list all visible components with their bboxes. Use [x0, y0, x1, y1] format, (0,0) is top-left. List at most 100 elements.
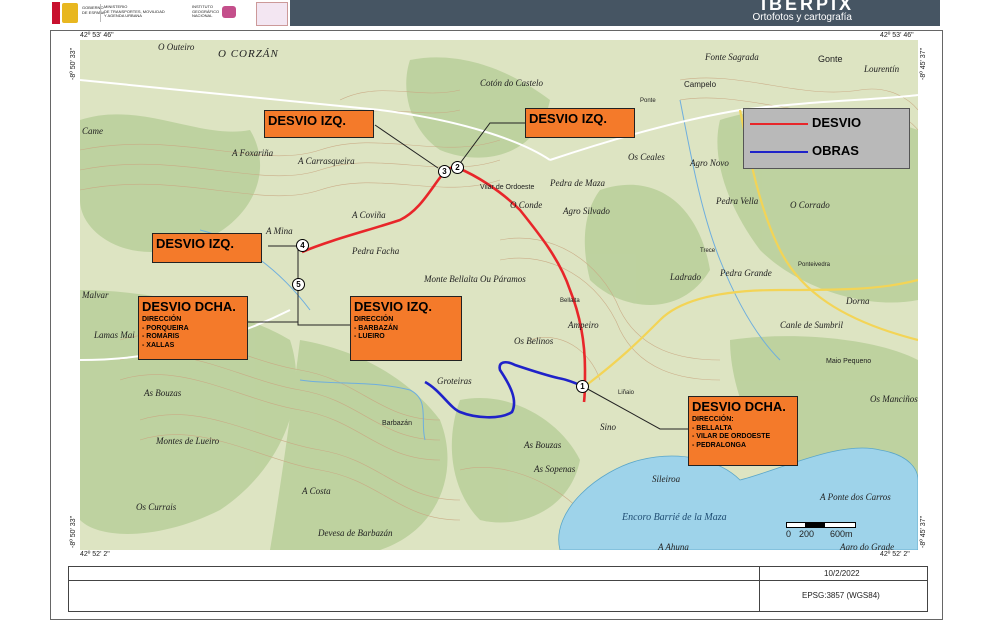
marker-1[interactable]: 1 [576, 380, 589, 393]
place-label: Trece [700, 248, 716, 254]
place-label: Lamas Mai [94, 330, 135, 340]
place-label: Devesa de Barbazán [318, 528, 393, 538]
place-label: As Bouzas [144, 388, 182, 398]
iberpix-banner: IBERPIX Ortofotos y cartografía [290, 0, 940, 26]
place-label: As Bouzas [524, 440, 562, 450]
gov-line-2: DE ESPAÑA [82, 9, 105, 15]
coord-top-right: 42º 53' 46" [880, 32, 914, 39]
ign-logo [222, 6, 236, 18]
callout-desvio-izq-1: DESVIO IZQ. [264, 110, 374, 138]
place-label: A Foxariña [232, 148, 274, 158]
callout-direction: DIRECCIÓN [142, 316, 182, 323]
scale-tick: 200 [799, 529, 815, 539]
place-label: Ponteivedra [798, 262, 831, 268]
marker-4[interactable]: 4 [296, 239, 309, 252]
callout-direction-item: - BELLALTA [692, 424, 733, 432]
callout-direction-item: - BARBAZÁN [354, 324, 398, 332]
place-label: Maio Pequeno [826, 358, 872, 365]
place-label: Encoro Barrié de la Maza [622, 512, 727, 523]
place-label: Gonte [818, 54, 843, 64]
place-label: Pedra Grande [720, 268, 772, 278]
table-divider [69, 580, 927, 581]
place-label: Agro do Grade [840, 542, 895, 550]
coord-left-top: -8º 50' 33" [70, 47, 77, 80]
place-label: Ampeiro [568, 320, 599, 330]
scale-bar-segment [805, 522, 825, 528]
place-label: Montes de Lueiro [156, 436, 220, 446]
place-label: Pedra de Maza [550, 178, 605, 188]
place-label: O Corrado [790, 200, 830, 210]
legend-swatch [750, 123, 808, 125]
legend-item-obras: OBRAS [744, 141, 909, 163]
place-label: O Conde [510, 200, 543, 210]
callout-direction-item: - PORQUEIRA [142, 324, 189, 332]
table-date: 10/2/2022 [824, 569, 860, 578]
place-label: Cotón do Castelo [480, 78, 544, 88]
coord-top-left: 42º 53' 46" [80, 32, 114, 39]
place-label: Os Currais [136, 502, 177, 512]
place-label: Vilar de Ordoeste [480, 184, 535, 191]
callout-direction-item: - PEDRALONGA [692, 441, 747, 449]
place-label: A Ponte dos Carros [820, 492, 891, 502]
callout-direction-item: - ROMARIS [142, 333, 180, 340]
place-label: A Mina [266, 226, 293, 236]
place-label: A Costa [302, 486, 331, 496]
legend-swatch [750, 151, 808, 153]
callout-title: DESVIO DCHA. [692, 399, 786, 414]
place-label: A Carrasqueira [298, 156, 355, 166]
divider [100, 4, 101, 22]
place-label: As Sopenas [534, 464, 576, 474]
marker-5[interactable]: 5 [292, 278, 305, 291]
place-label: Canle de Sumbril [780, 320, 843, 330]
place-label: Bellalta [560, 298, 580, 304]
marker-3[interactable]: 3 [438, 165, 451, 178]
place-label: Liñaio [618, 390, 635, 396]
place-label: Malvar [82, 290, 109, 300]
ign-label: INSTITUTO GEOGRÁFICO NACIONAL [192, 4, 219, 19]
place-label: O CORZÁN [218, 48, 279, 60]
callout-desvio-izq-2: DESVIO IZQ. [525, 108, 635, 138]
callout-direction-item: - XALLAS [142, 341, 175, 349]
place-label: Os Belinos [514, 336, 554, 346]
place-label: Pedra Vella [716, 196, 759, 206]
table-epsg: EPSG:3857 (WGS84) [802, 591, 880, 600]
coord-left-bottom: -8º 50' 33" [70, 515, 77, 548]
ministry-label: MINISTERIO DE TRANSPORTES, MOVILIDAD Y A… [104, 4, 165, 19]
map-legend: DESVIO OBRAS [743, 108, 910, 169]
place-label: Groteiras [437, 376, 472, 386]
legend-item-desvio: DESVIO [744, 113, 909, 135]
place-label: Os Ceales [628, 152, 665, 162]
iberpix-subtitle: Ortofotos y cartografía [752, 12, 853, 23]
place-label: Monte Bellalta Ou Páramos [424, 274, 526, 284]
place-label: Os Manciños [870, 394, 918, 404]
place-label: Dorna [846, 296, 870, 306]
scale-bar-segment [786, 522, 806, 528]
place-label: Pedra Facha [352, 246, 400, 256]
callout-title: DESVIO IZQ. [529, 111, 608, 126]
info-table: 10/2/2022 EPSG:3857 (WGS84) [68, 566, 928, 612]
place-label: Sileiroa [652, 474, 681, 484]
callout-title: DESVIO IZQ. [268, 113, 347, 128]
marker-2[interactable]: 2 [451, 161, 464, 174]
gov-label: GOBIERNO DE ESPAÑA [82, 5, 105, 15]
callout-direction: DIRECCIÓN [354, 316, 394, 323]
place-label: Ponte [640, 98, 656, 104]
spain-coat-of-arms-emblem [62, 3, 78, 23]
place-label: Came [82, 126, 103, 136]
place-label: A Ahuna [658, 542, 689, 550]
coord-bottom-left: 42º 52' 2" [80, 551, 110, 558]
callout-desvio-izq-3: DESVIO IZQ. [152, 233, 262, 263]
callout-desvio-dcha-4: DESVIO DCHA. DIRECCIÓN - PORQUEIRA - ROM… [138, 296, 248, 360]
callout-desvio-izq-5: DESVIO IZQ. DIRECCIÓN - BARBAZÁN - LUEIR… [350, 296, 462, 361]
callout-title: DESVIO IZQ. [354, 299, 433, 314]
place-label: O Outeiro [158, 42, 195, 52]
place-label: Agro Novo [690, 158, 729, 168]
scale-tick: 600m [830, 529, 853, 539]
place-label: Agro Silvado [563, 206, 610, 216]
place-label: Sino [600, 422, 617, 432]
callout-direction: DIRECCIÓN: [692, 416, 734, 423]
header-bar: GOBIERNO DE ESPAÑA MINISTERIO DE TRANSPO… [0, 0, 1000, 26]
callout-title: DESVIO DCHA. [142, 299, 236, 314]
place-label: Fonte Sagrada [705, 52, 759, 62]
ign-line-3: NACIONAL [192, 13, 213, 18]
